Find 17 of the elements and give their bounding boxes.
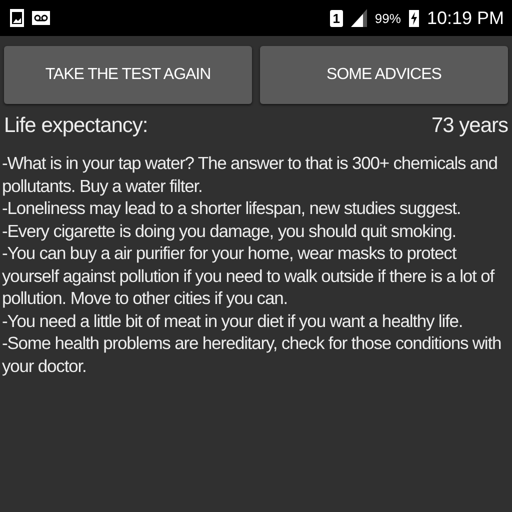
advice-text: -Loneliness may lead to a shorter lifespan, new studies suggest. [2,197,462,220]
result-label: Life expectancy: [4,114,148,138]
sim-indicator: 1 [330,10,343,26]
battery-charging-icon [408,9,419,27]
action-button[interactable]: SOME ADVICES [260,46,508,104]
action-button[interactable]: TAKE THE TEST AGAIN [4,46,252,104]
voicemail-icon [32,11,50,25]
advice-text: -Some health problems are hereditary, check for those conditions with your doctor. [2,332,502,377]
clock: 10:19 PM [426,8,504,28]
battery-percent: 99% [374,10,401,26]
advice-text: -You need a little bit of meat in your diet if you want a healthy life. [2,310,464,332]
advice-text: -What is in your tap water? The answer to that is 300+ chemicals and pollutants. Buy a water filter. [2,152,498,197]
signal-icon [350,9,367,27]
advice-text: -Every cigarette is doing you damage, you should quit smoking. [2,220,458,242]
picture-icon [10,9,24,27]
result-value: 73 years [431,114,508,138]
advice-text: -You can buy a air purifier for your home, wear masks to protect yourself against pollution if you need to walk outside if there is a lot of pollution. Move to other cities if you can. [2,242,496,310]
